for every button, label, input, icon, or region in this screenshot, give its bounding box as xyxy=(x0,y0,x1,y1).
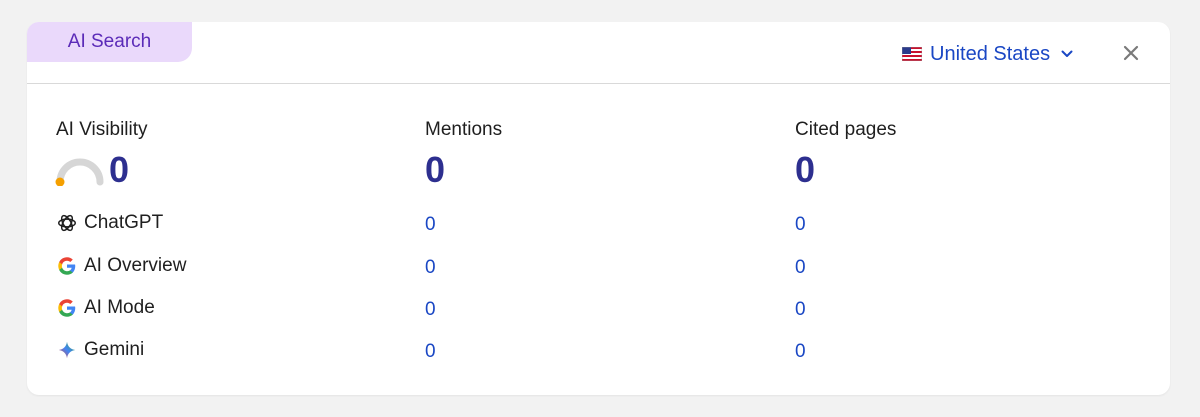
close-icon[interactable] xyxy=(1121,43,1141,63)
row-gemini: Gemini xyxy=(56,339,144,361)
ai-search-card: AI Search United States AI Visibility Me… xyxy=(27,22,1170,395)
row-ai-overview: AI Overview xyxy=(56,255,186,277)
ai-mode-cited-value[interactable]: 0 xyxy=(795,299,806,321)
row-label-text: ChatGPT xyxy=(84,212,164,233)
google-icon xyxy=(58,257,76,275)
card-header: AI Search United States xyxy=(27,22,1170,84)
row-label-text: AI Overview xyxy=(84,255,187,276)
gemini-icon xyxy=(58,341,76,359)
visibility-gauge xyxy=(55,158,104,186)
ai-mode-mentions-value[interactable]: 0 xyxy=(425,299,436,321)
ai-visibility-value: 0 xyxy=(109,149,130,190)
gemini-mentions-value[interactable]: 0 xyxy=(425,341,436,363)
chatgpt-mentions-value[interactable]: 0 xyxy=(425,214,436,236)
tab-ai-search[interactable]: AI Search xyxy=(27,22,192,62)
gemini-cited-value[interactable]: 0 xyxy=(795,341,806,363)
ai-overview-mentions-value[interactable]: 0 xyxy=(425,257,436,279)
us-flag-icon xyxy=(902,47,922,61)
cited-pages-label: Cited pages xyxy=(795,119,897,140)
row-label-text: AI Mode xyxy=(84,297,155,318)
tab-label: AI Search xyxy=(67,31,152,52)
country-selector[interactable]: United States xyxy=(902,42,1074,66)
row-label-text: Gemini xyxy=(84,339,145,360)
row-chatgpt: ChatGPT xyxy=(56,212,163,234)
chatgpt-cited-value[interactable]: 0 xyxy=(795,214,806,236)
chatgpt-icon xyxy=(58,214,76,232)
ai-overview-cited-value[interactable]: 0 xyxy=(795,257,806,279)
cited-pages-value: 0 xyxy=(795,149,816,190)
row-ai-mode: AI Mode xyxy=(56,297,155,319)
google-icon xyxy=(58,299,76,317)
chevron-down-icon xyxy=(1061,50,1073,57)
mentions-label: Mentions xyxy=(425,119,503,140)
ai-visibility-label: AI Visibility xyxy=(56,119,148,140)
country-label: United States xyxy=(930,42,1051,65)
mentions-value: 0 xyxy=(425,149,446,190)
